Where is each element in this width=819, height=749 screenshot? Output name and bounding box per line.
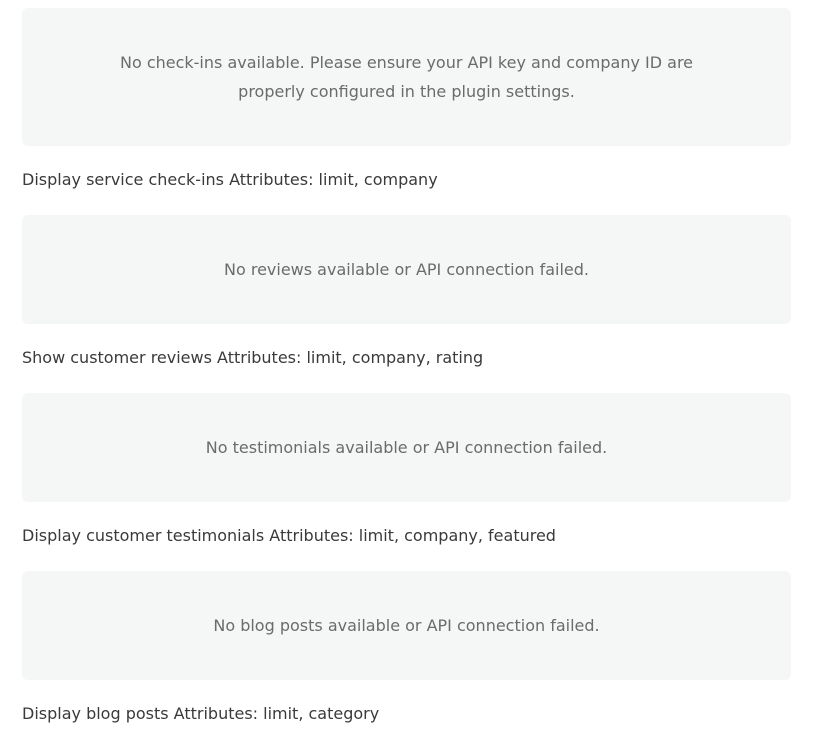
- blog-posts-notice-text: No blog posts available or API connectio…: [213, 616, 600, 635]
- testimonials-notice-text: No testimonials available or API connect…: [205, 438, 608, 457]
- testimonials-empty-notice: No testimonials available or API connect…: [22, 393, 791, 502]
- checkins-notice-text: No check-ins available. Please ensure yo…: [119, 53, 694, 101]
- checkins-description: Display service check-ins Attributes: li…: [22, 170, 438, 189]
- blog-posts-empty-notice: No blog posts available or API connectio…: [22, 571, 791, 680]
- checkins-empty-notice: No check-ins available. Please ensure yo…: [22, 8, 791, 146]
- shortcode-list: No check-ins available. Please ensure yo…: [22, 8, 791, 749]
- reviews-empty-notice: No reviews available or API connection f…: [22, 215, 791, 324]
- reviews-description: Show customer reviews Attributes: limit,…: [22, 348, 484, 367]
- reviews-notice-text: No reviews available or API connection f…: [224, 260, 589, 279]
- testimonials-description: Display customer testimonials Attributes…: [22, 526, 556, 545]
- blog-posts-description: Display blog posts Attributes: limit, ca…: [22, 704, 380, 723]
